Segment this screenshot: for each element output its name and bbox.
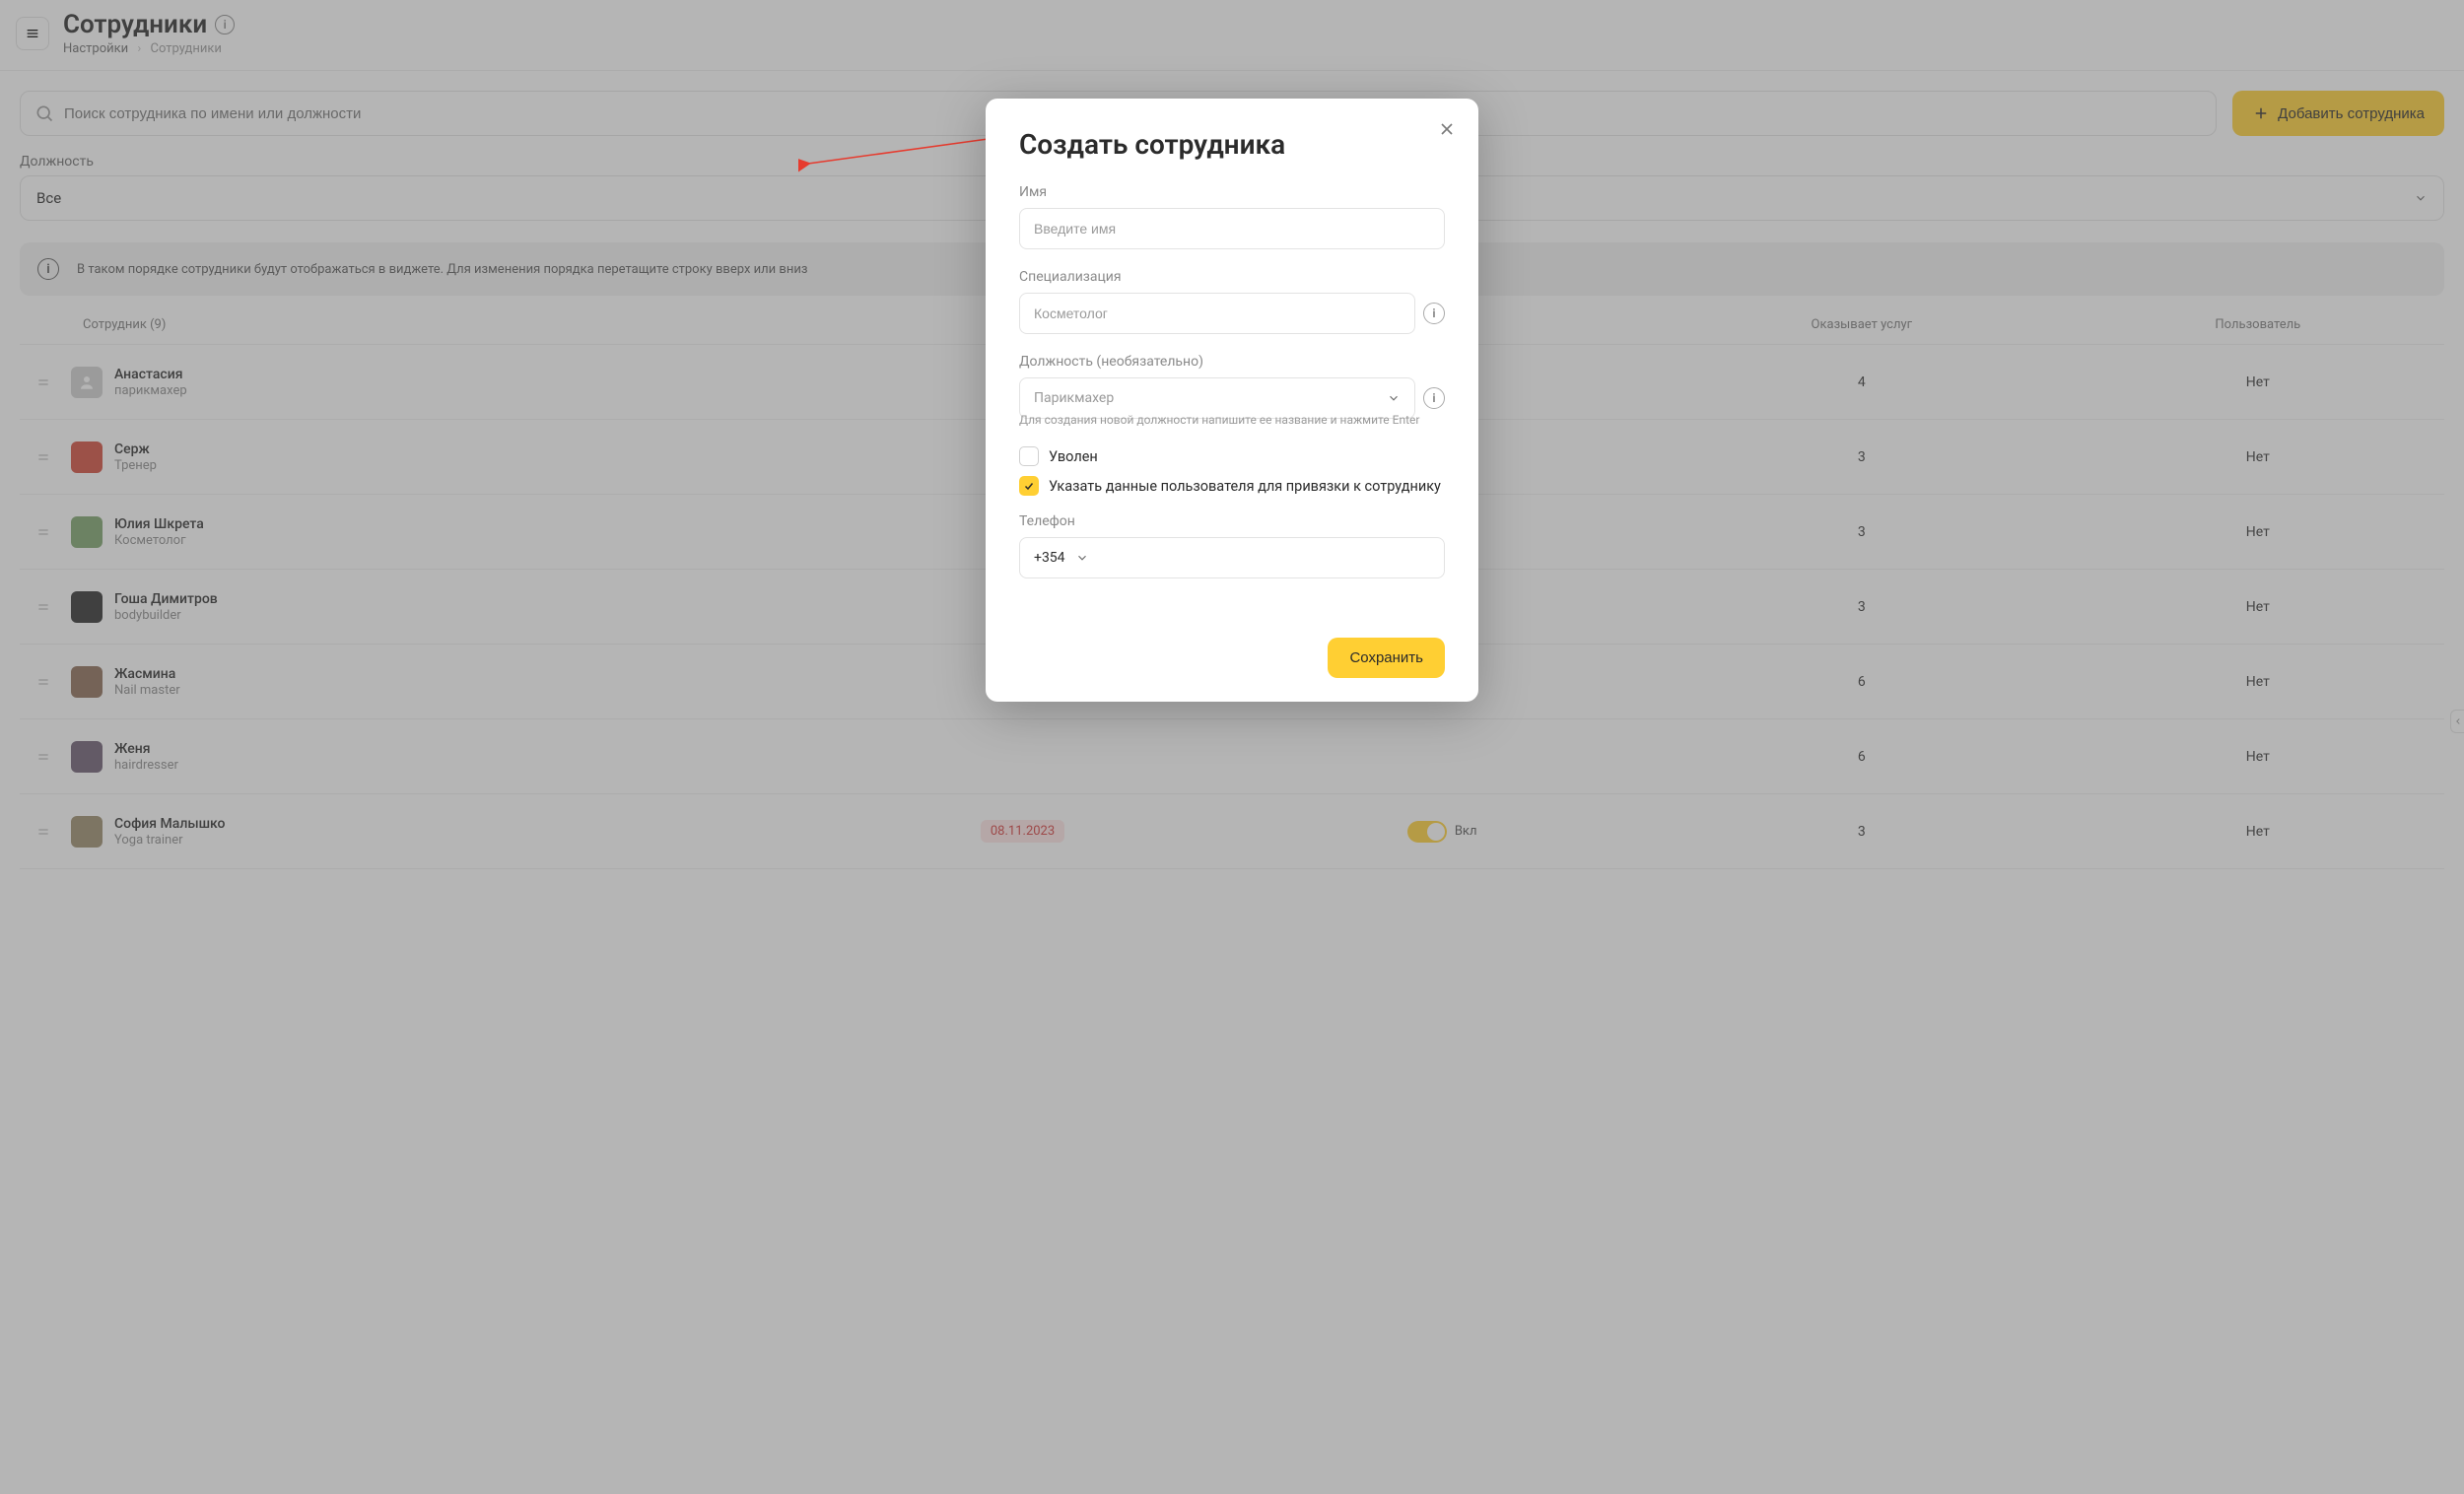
- check-icon: [1023, 480, 1035, 492]
- save-button[interactable]: Сохранить: [1328, 638, 1445, 678]
- modal-title: Создать сотрудника: [1019, 128, 1445, 161]
- close-icon: [1437, 119, 1457, 139]
- info-icon[interactable]: i: [1423, 387, 1445, 409]
- spec-label: Специализация: [1019, 269, 1445, 285]
- chevron-down-icon: [1387, 391, 1401, 405]
- modal-overlay: Создать сотрудника Имя Специализация i Д…: [0, 0, 2464, 1494]
- position-hint: Для создания новой должности напишите ее…: [1019, 413, 1445, 427]
- bind-user-label: Указать данные пользователя для привязки…: [1049, 478, 1441, 495]
- phone-label: Телефон: [1019, 513, 1445, 529]
- fired-checkbox[interactable]: [1019, 446, 1039, 466]
- bind-user-checkbox[interactable]: [1019, 476, 1039, 496]
- spec-input[interactable]: [1019, 293, 1415, 334]
- info-icon[interactable]: i: [1423, 303, 1445, 324]
- chevron-down-icon: [1075, 551, 1089, 565]
- phone-input[interactable]: +354: [1019, 537, 1445, 578]
- name-label: Имя: [1019, 184, 1445, 200]
- create-employee-modal: Создать сотрудника Имя Специализация i Д…: [986, 99, 1478, 702]
- position-label: Должность (необязательно): [1019, 354, 1445, 370]
- name-input[interactable]: [1019, 208, 1445, 249]
- fired-label: Уволен: [1049, 448, 1098, 465]
- modal-close-button[interactable]: [1433, 116, 1461, 144]
